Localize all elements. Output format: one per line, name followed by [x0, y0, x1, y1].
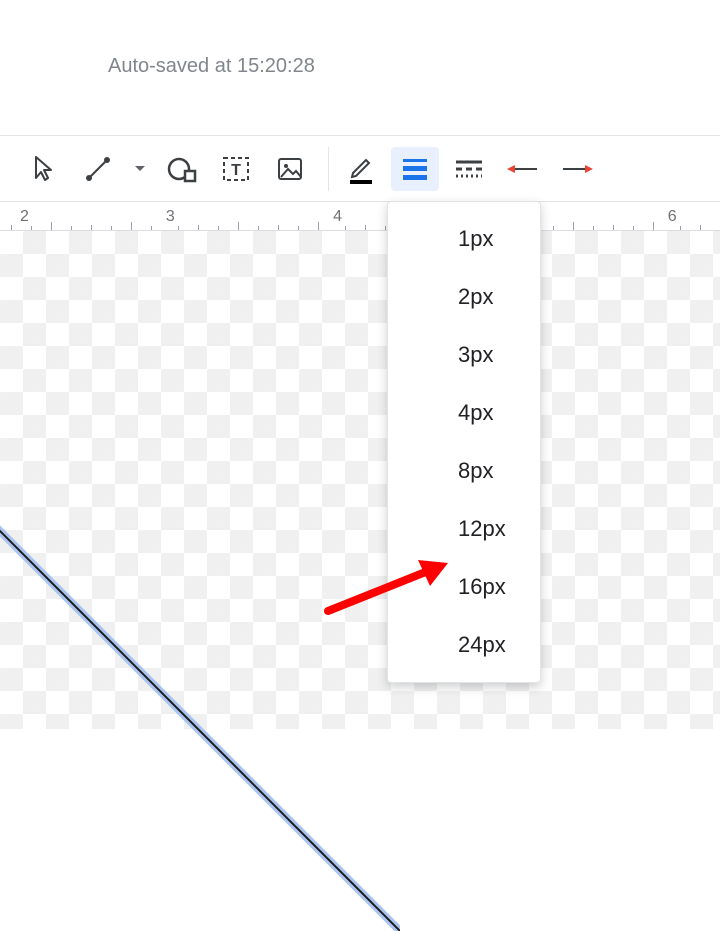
image-tool-button[interactable] — [266, 147, 314, 191]
line-start-button[interactable] — [499, 147, 547, 191]
autosave-status: Auto-saved at 15:20:28 — [108, 55, 315, 78]
horizontal-ruler: 2 3 4 5 6 — [0, 201, 720, 231]
toolbar-separator — [328, 147, 329, 191]
svg-text:T: T — [231, 162, 241, 179]
ruler-number: 4 — [333, 208, 342, 226]
line-weight-option-3px[interactable]: 3px — [388, 326, 540, 384]
textbox-icon: T — [222, 156, 250, 182]
line-weight-option-2px[interactable]: 2px — [388, 268, 540, 326]
ruler-number: 6 — [668, 208, 677, 226]
shape-icon — [167, 155, 197, 183]
line-dash-button[interactable] — [445, 147, 493, 191]
line-weight-menu: 1px 2px 3px 4px 8px 12px 16px 24px — [387, 201, 541, 683]
line-end-icon — [561, 164, 593, 174]
line-tool-dropdown[interactable] — [128, 147, 152, 191]
line-weight-option-16px[interactable]: 16px — [388, 558, 540, 616]
line-weight-option-1px[interactable]: 1px — [388, 210, 540, 268]
pencil-icon — [346, 153, 376, 185]
line-icon — [85, 156, 111, 182]
drawing-canvas[interactable] — [0, 231, 720, 729]
selected-line-shape[interactable] — [0, 411, 400, 931]
line-weight-icon — [401, 158, 429, 180]
select-tool-button[interactable] — [20, 147, 68, 191]
line-weight-option-24px[interactable]: 24px — [388, 616, 540, 674]
line-end-button[interactable] — [553, 147, 601, 191]
cursor-icon — [33, 156, 55, 182]
textbox-tool-button[interactable]: T — [212, 147, 260, 191]
line-color-button[interactable] — [337, 147, 385, 191]
line-weight-option-12px[interactable]: 12px — [388, 500, 540, 558]
line-weight-option-8px[interactable]: 8px — [388, 442, 540, 500]
line-tool-button[interactable] — [74, 147, 122, 191]
caret-down-icon — [134, 165, 146, 173]
line-dash-icon — [454, 159, 484, 179]
title-bar: Auto-saved at 15:20:28 — [0, 0, 720, 136]
line-weight-button[interactable] — [391, 147, 439, 191]
ruler-number: 3 — [166, 208, 175, 226]
shape-tool-button[interactable] — [158, 147, 206, 191]
line-weight-option-4px[interactable]: 4px — [388, 384, 540, 442]
divider — [0, 135, 720, 136]
image-icon — [277, 157, 303, 181]
line-start-icon — [507, 164, 539, 174]
toolbar: T — [0, 136, 720, 201]
